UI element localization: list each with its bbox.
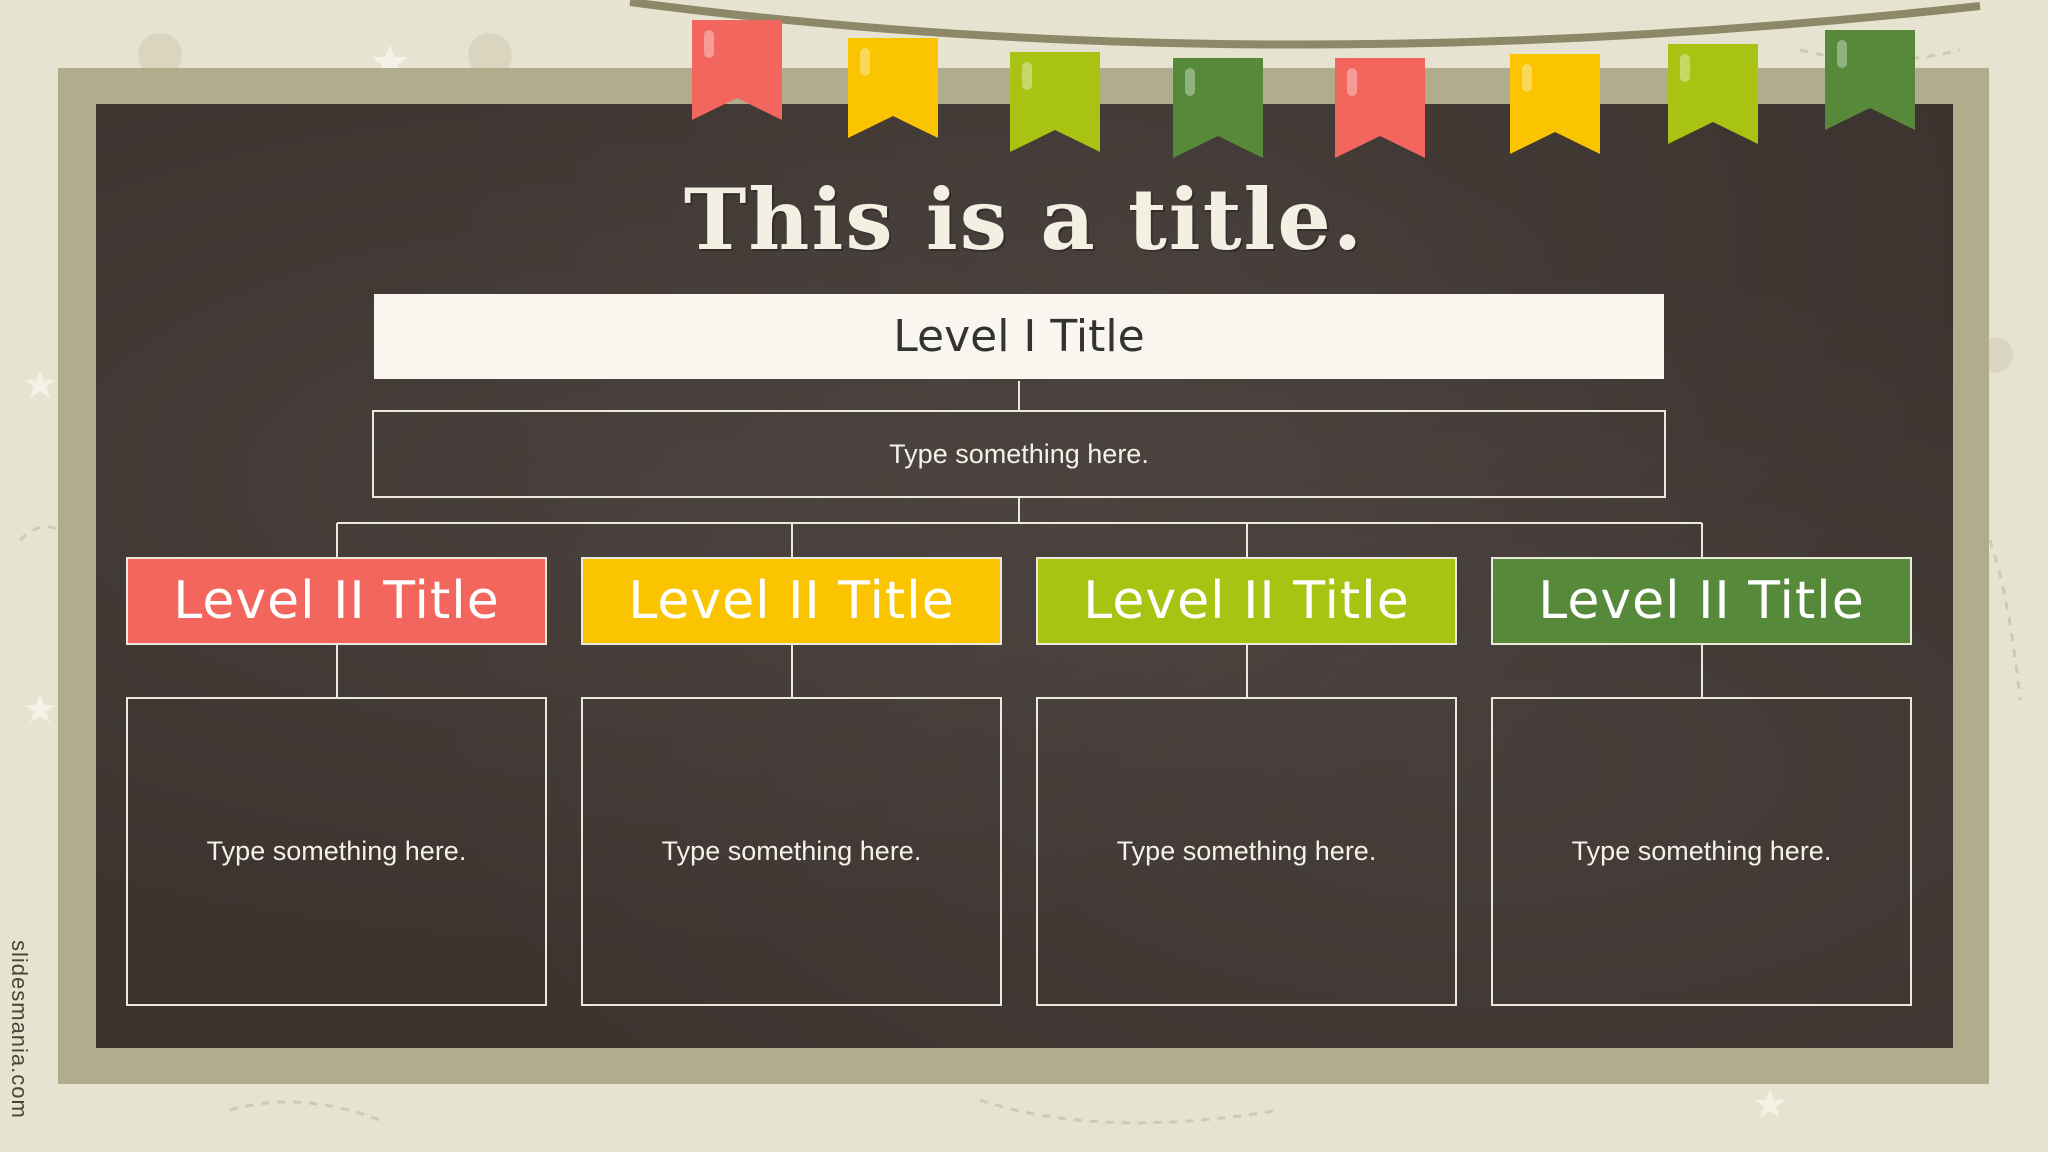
level1-text-box: Type something here. — [372, 410, 1666, 498]
level2-title-box-4: Level II Title — [1491, 557, 1912, 645]
level2-title-box-1: Level II Title — [126, 557, 547, 645]
level2-title-box-2: Level II Title — [581, 557, 1002, 645]
level2-text-box-2: Type something here. — [581, 697, 1002, 1006]
brand-watermark: slidesmania.com — [7, 940, 32, 1119]
level2-text-box-4: Type something here. — [1491, 697, 1912, 1006]
level2-text-box-3: Type something here. — [1036, 697, 1457, 1006]
level2-title-box-3: Level II Title — [1036, 557, 1457, 645]
level2-text-box-1: Type something here. — [126, 697, 547, 1006]
level1-title-box: Level I Title — [374, 294, 1664, 379]
